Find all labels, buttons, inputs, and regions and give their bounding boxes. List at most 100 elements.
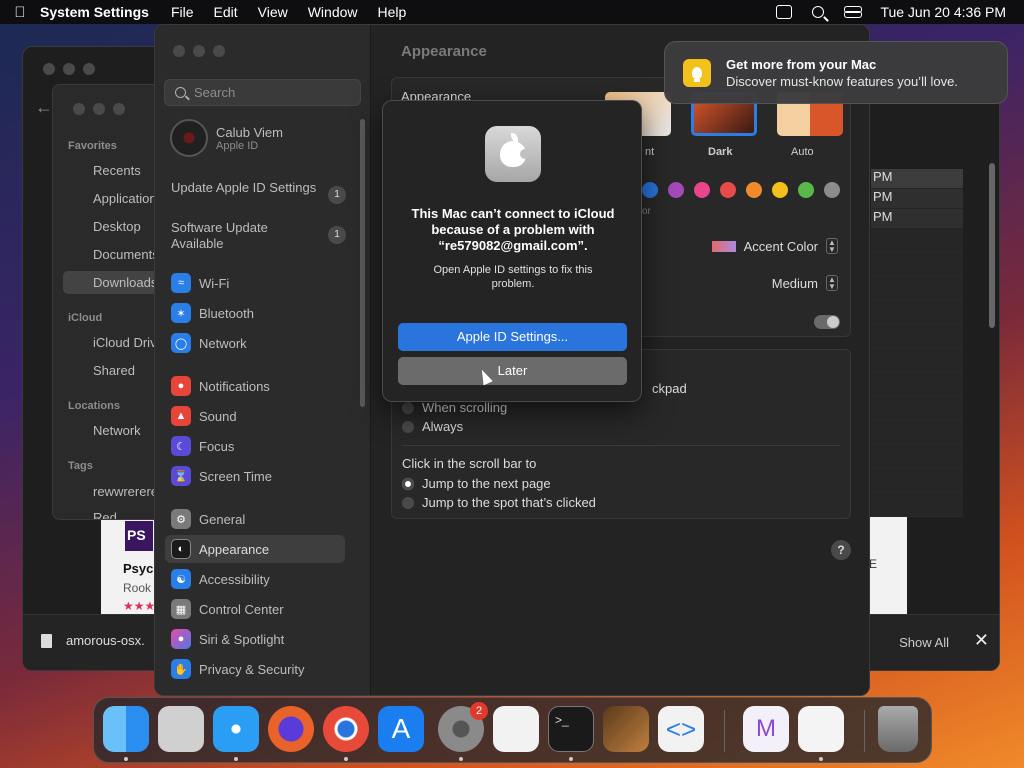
accent-red[interactable] — [720, 182, 736, 198]
sidebar-item-bluetooth[interactable]: ✶ Bluetooth — [165, 299, 345, 327]
table-row[interactable] — [871, 421, 963, 445]
table-row[interactable] — [871, 301, 963, 325]
accent-orange[interactable] — [746, 182, 762, 198]
table-row[interactable] — [871, 397, 963, 421]
wallpaper-tinting-toggle[interactable] — [814, 315, 840, 329]
sidebar-item-siri-spotlight[interactable]: ● Siri & Spotlight — [165, 625, 345, 653]
textedit-dock-icon[interactable] — [493, 706, 539, 752]
accent-pink[interactable] — [694, 182, 710, 198]
minimize-window-button[interactable] — [193, 45, 205, 57]
visual-studio-dock-icon[interactable]: M — [743, 706, 789, 752]
apple-menu-icon[interactable]:  — [0, 4, 40, 21]
radio-button[interactable] — [402, 401, 414, 414]
screen-mirroring-icon[interactable] — [776, 5, 793, 19]
table-row[interactable] — [871, 493, 963, 517]
sidebar-item-network[interactable]: ◯ Network — [165, 329, 345, 357]
menu-view[interactable]: View — [258, 4, 288, 20]
sidebar-item-wifi[interactable]: ≈ Wi-Fi — [165, 269, 345, 297]
table-row[interactable] — [871, 229, 963, 253]
sidebar-item-documents[interactable]: Documents — [93, 247, 155, 262]
list-item[interactable]: PM — [871, 169, 963, 189]
table-row[interactable] — [871, 373, 963, 397]
sidebar-scrollbar[interactable] — [360, 119, 365, 407]
table-row[interactable] — [871, 253, 963, 277]
radio-button[interactable] — [402, 420, 414, 433]
sidebar-item-applications[interactable]: Applications — [93, 191, 155, 206]
software-update-available[interactable]: Software Update Available — [171, 220, 321, 252]
sidebar-icon-size-popup[interactable]: Medium ▲ ▼ — [772, 275, 838, 291]
radio-always[interactable]: Always — [402, 419, 463, 434]
accent-purple[interactable] — [668, 182, 684, 198]
accent-yellow[interactable] — [772, 182, 788, 198]
sidebar-item-icloud-drive[interactable]: iCloud Drive — [93, 335, 155, 350]
sidebar-item-tag-red[interactable]: Red — [93, 510, 117, 519]
apple-id-settings-button[interactable]: Apple ID Settings... — [398, 323, 627, 351]
sidebar-item-desktop[interactable]: Desktop — [93, 219, 141, 234]
finder-dock-icon[interactable] — [103, 706, 149, 752]
radio-button[interactable] — [402, 496, 414, 509]
menu-edit[interactable]: Edit — [214, 4, 238, 20]
minimize-window-button[interactable] — [93, 103, 105, 115]
garageband-dock-icon[interactable] — [603, 706, 649, 752]
search-input[interactable] — [194, 85, 354, 100]
zoom-window-button[interactable] — [213, 45, 225, 57]
sidebar-item-recents[interactable]: Recents — [93, 163, 141, 178]
finder-scrollbar[interactable] — [989, 163, 995, 328]
table-row[interactable] — [871, 349, 963, 373]
firefox-dock-icon[interactable] — [268, 706, 314, 752]
safari-dock-icon[interactable] — [213, 706, 259, 752]
radio-jump-to-spot[interactable]: Jump to the spot that’s clicked — [402, 495, 596, 510]
later-button[interactable]: Later — [398, 357, 627, 385]
chrome-dock-icon[interactable] — [323, 706, 369, 752]
close-window-button[interactable] — [73, 103, 85, 115]
sidebar-item-tag[interactable]: rewwrerere — [93, 484, 155, 499]
trash-dock-icon[interactable] — [878, 706, 918, 752]
sidebar-item-control-center[interactable]: ▦ Control Center — [165, 595, 345, 623]
table-row[interactable] — [871, 325, 963, 349]
list-item[interactable]: PM — [871, 189, 963, 209]
close-icon[interactable]: ✕ — [974, 630, 989, 651]
spotlight-search-icon[interactable] — [812, 6, 825, 18]
table-row[interactable] — [871, 277, 963, 301]
freeform-dock-icon[interactable] — [798, 706, 844, 752]
sidebar-item-focus[interactable]: ☾ Focus — [165, 432, 345, 460]
back-arrow-icon[interactable]: ← — [35, 97, 53, 118]
radio-jump-next-page[interactable]: Jump to the next page — [402, 476, 551, 491]
apple-id-account[interactable]: Calub Viem Apple ID — [170, 119, 283, 157]
accent-blue[interactable] — [642, 182, 658, 198]
accent-graphite[interactable] — [824, 182, 840, 198]
sidebar-item-sound[interactable]: ▲ Sound — [165, 402, 345, 430]
sidebar-item-accessibility[interactable]: ☯ Accessibility — [165, 565, 345, 593]
control-center-icon[interactable] — [844, 6, 863, 18]
list-item[interactable]: PM — [871, 209, 963, 229]
vscode-dock-icon[interactable]: <> — [658, 706, 704, 752]
app-menu[interactable]: System Settings — [40, 4, 149, 20]
sidebar-item-shared[interactable]: Shared — [93, 363, 135, 378]
table-row[interactable] — [871, 445, 963, 469]
menu-file[interactable]: File — [171, 4, 194, 20]
sidebar-item-general[interactable]: ⚙ General — [165, 505, 345, 533]
sidebar-item-screen-time[interactable]: ⌛ Screen Time — [165, 462, 345, 490]
sidebar-item-downloads[interactable]: Downloads — [63, 271, 155, 294]
tips-notification[interactable]: Get more from your Mac Discover must-kno… — [664, 41, 1008, 104]
zoom-window-button[interactable] — [113, 103, 125, 115]
zoom-window-button[interactable] — [83, 63, 95, 75]
sidebar-item-notifications[interactable]: ● Notifications — [165, 372, 345, 400]
sidebar-item-appearance[interactable]: ◐ Appearance — [165, 535, 345, 563]
close-window-button[interactable] — [43, 63, 55, 75]
sidebar-item-network[interactable]: Network — [93, 423, 141, 438]
search-field[interactable] — [164, 79, 361, 106]
help-button[interactable]: ? — [831, 540, 851, 560]
launchpad-dock-icon[interactable] — [158, 706, 204, 752]
menu-bar-clock[interactable]: Tue Jun 20 4:36 PM — [880, 4, 1006, 20]
accent-green[interactable] — [798, 182, 814, 198]
show-all-button[interactable]: Show All — [899, 635, 949, 650]
app-store-dock-icon[interactable]: A — [378, 706, 424, 752]
download-item[interactable]: amorous-osx. — [41, 633, 145, 648]
minimize-window-button[interactable] — [63, 63, 75, 75]
table-row[interactable] — [871, 469, 963, 493]
sidebar-item-privacy-security[interactable]: ✋ Privacy & Security — [165, 655, 345, 683]
close-window-button[interactable] — [173, 45, 185, 57]
menu-window[interactable]: Window — [308, 4, 358, 20]
menu-help[interactable]: Help — [378, 4, 407, 20]
